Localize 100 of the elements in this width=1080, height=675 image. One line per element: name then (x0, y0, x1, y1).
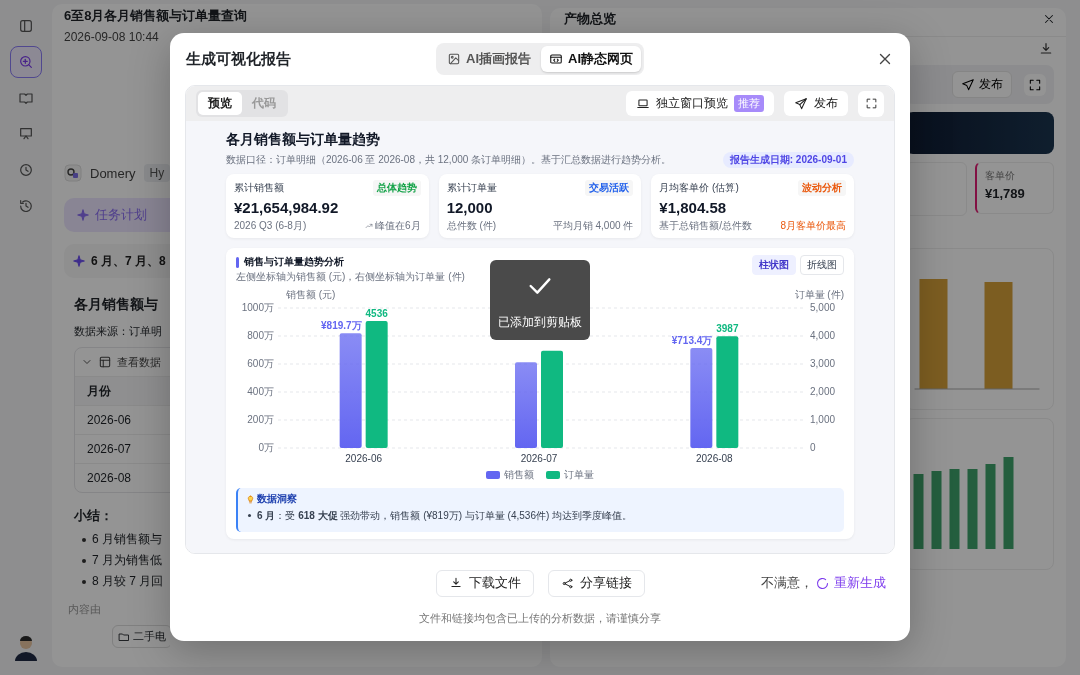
report-title: 各月销售额与订单量趋势 (226, 131, 381, 149)
kpi-label: 累计销售额 (234, 181, 284, 195)
download-button[interactable]: 下载文件 (435, 569, 534, 597)
query-text: 6 月、7 月、8 (91, 252, 166, 270)
rail-button[interactable] (10, 46, 42, 78)
kpi-tag: 总体趋势 (372, 180, 421, 196)
avatar[interactable] (12, 633, 40, 661)
refresh-icon (815, 575, 830, 591)
axis-tick: 2026-08 (696, 453, 733, 464)
add-chat-icon (18, 54, 34, 70)
axis-tick: 0 (810, 442, 816, 453)
folder-icon (118, 630, 130, 643)
chart-subtitle: 左侧坐标轴为销售额 (元)，右侧坐标轴为订单量 (件) (236, 270, 465, 284)
axis-tick: 600万 (247, 358, 274, 369)
toast-message: 已添加到剪贴板 (498, 313, 582, 331)
mode-tab[interactable]: AI静态网页 (541, 46, 641, 72)
kpi-tag: 波动分析 (798, 180, 846, 196)
mode-tab[interactable]: AI插画报告 (439, 46, 539, 72)
date-badge: 报告生成日期: 2026-09-01 (722, 152, 854, 168)
kpi-label: 客单价 (985, 169, 1016, 183)
kpi-note: 总件数 (件) (446, 219, 497, 233)
axis-title: 订单量 (件) (794, 289, 844, 300)
agent-icon (64, 164, 82, 182)
legend-label: 销售额 (504, 468, 534, 482)
column-header: 月份 (87, 382, 111, 400)
value-label: 3987 (716, 323, 739, 335)
download-icon (1038, 41, 1054, 57)
send-icon (794, 96, 808, 111)
value-label: ¥819.7万 (321, 320, 362, 332)
summary-title: 小结： (74, 507, 114, 525)
fullscreen-button[interactable] (858, 90, 884, 117)
insight-title: 数据洞察 (257, 492, 297, 506)
trend-up-icon (365, 222, 374, 230)
book-icon (18, 90, 34, 106)
dialog-title: 生成可视化报告 (186, 49, 292, 69)
regenerate-button[interactable]: 重新生成 (815, 574, 886, 592)
axis-tick: 800万 (247, 330, 274, 341)
send-icon (961, 77, 975, 92)
insight-item: 6 月：受 618 大促 强劲带动，销售额 (¥819万) 与订单量 (4,536件) 均达到季度峰值。 (257, 509, 633, 522)
kpi-value: ¥21,654,984.92 (234, 199, 340, 216)
kpi-side-note: 8月客单价最高 (780, 219, 846, 233)
download-icon (448, 576, 463, 590)
chart-type-toggle[interactable]: 柱状图 (752, 255, 796, 275)
publish-button[interactable]: 发布 (784, 91, 848, 116)
sparkle-icon (76, 208, 90, 222)
laptop-icon (636, 96, 650, 111)
expand-button[interactable] (1024, 73, 1046, 96)
axis-tick: 4,000 (810, 330, 836, 341)
table-cell: 2026-07 (87, 442, 132, 456)
axis-tick: 2,000 (810, 386, 836, 397)
panel-title: 产物总览 (564, 10, 616, 28)
recommended-badge: 推荐 (734, 95, 764, 112)
kpi-side-note: 平均月销 4,000 件 (552, 219, 634, 233)
answer-heading: 各月销售额与 (74, 296, 159, 314)
table-cell: 2026-08 (87, 471, 132, 485)
share-button[interactable]: 分享链接 (547, 569, 645, 597)
kpi-tag: 交易活跃 (585, 180, 634, 196)
bullet-dot (248, 514, 251, 517)
bullet-dot (82, 558, 86, 563)
regenerate-prompt: 不满意， (761, 574, 813, 592)
share-icon (560, 576, 574, 590)
table-cell: 2026-06 (87, 413, 132, 427)
axis-tick: 200万 (247, 414, 274, 425)
table-icon (98, 355, 112, 369)
view-tab[interactable]: 预览 (198, 92, 242, 115)
data-source: 数据来源：订单明 (74, 324, 163, 339)
axis-tick: 400万 (247, 386, 274, 397)
kpi-label: 累计订单量 (446, 181, 497, 195)
window-preview-button[interactable]: 独立窗口预览 推荐 (626, 91, 774, 116)
conversation-title: 6至8月各月销售额与订单量查询 (64, 8, 249, 24)
kpi-value: ¥1,789 (985, 186, 1026, 201)
history-icon (18, 198, 34, 214)
sidebar-icon (18, 18, 34, 34)
kpi-side-note: 峰值在6月 (375, 219, 421, 233)
publish-button[interactable]: 发布 (952, 71, 1012, 98)
expand-icon (1028, 77, 1042, 92)
bullet-dot (82, 579, 86, 584)
axis-tick: 1,000 (810, 414, 836, 425)
kpi-label: 月均客单价 (估算) (659, 181, 739, 195)
chart-title: 销售与订单量趋势分析 (244, 255, 344, 269)
legend-label: 订单量 (564, 468, 594, 482)
axis-tick: 5,000 (810, 302, 836, 313)
axis-tick: 3,000 (810, 358, 836, 369)
value-label: 4536 (365, 308, 388, 319)
axis-tick: 2026-07 (520, 453, 558, 464)
privacy-notice: 文件和链接均包含已上传的分析数据，请谨慎分享 (419, 610, 661, 626)
kpi-note: 2026 Q3 (6-8月) (234, 219, 307, 233)
axis-tick: 2026-06 (345, 453, 382, 464)
summary-item: 6 月销售额与 (92, 531, 162, 548)
summary-item: 7 月为销售低 (92, 552, 162, 569)
value-label: ¥713.4万 (671, 335, 713, 347)
toggle-label[interactable]: 查看数据 (117, 354, 161, 370)
kpi-note: 基于总销售额/总件数 (659, 219, 753, 233)
kpi-value: ¥1,804.58 (659, 199, 728, 216)
agent-name: Domery (90, 165, 136, 181)
close-icon (1042, 12, 1056, 26)
report-subtitle: 数据口径：订单明细（2026-06 至 2026-08，共 12,000 条订单明细）。基于汇总数据进行趋势分析。 (226, 153, 672, 167)
chart-type-toggle[interactable]: 折线图 (800, 255, 844, 275)
code-window-icon (549, 52, 563, 66)
lightbulb-icon (246, 494, 255, 504)
